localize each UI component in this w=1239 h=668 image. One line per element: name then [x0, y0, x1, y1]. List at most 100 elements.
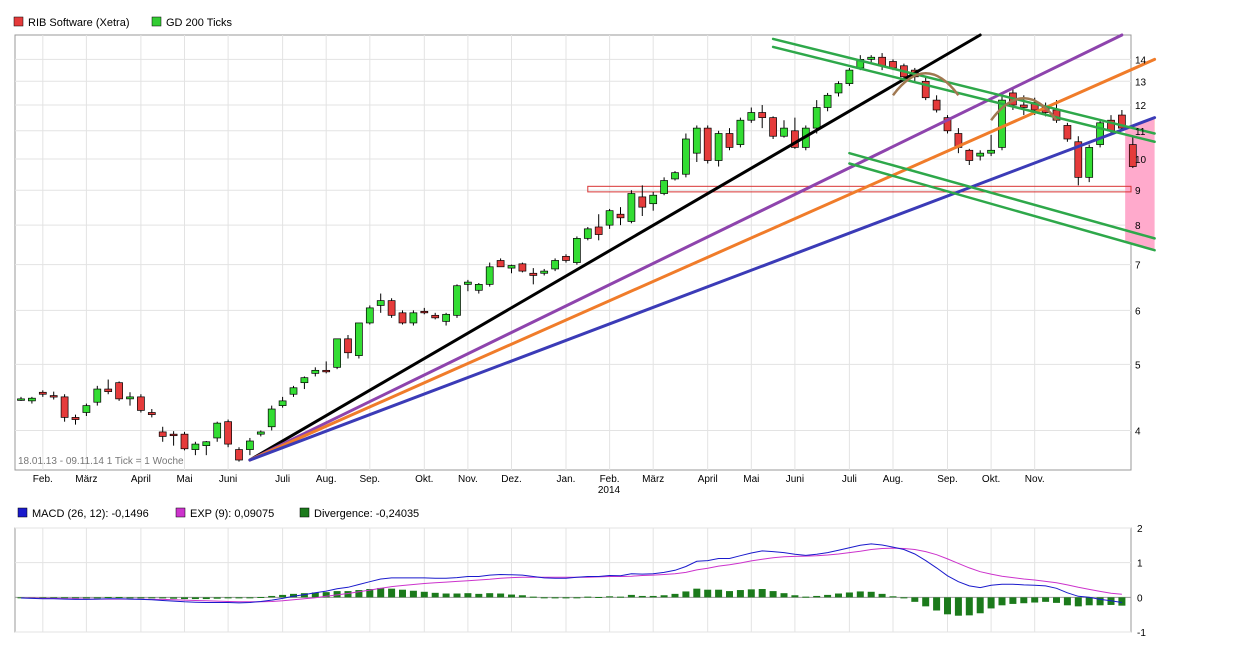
divergence-bar: [573, 597, 581, 599]
divergence-bar: [878, 593, 886, 598]
candle-body: [518, 263, 527, 272]
divergence-bar: [693, 588, 701, 598]
y-tick-label: 12: [1135, 101, 1147, 112]
divergence-bar: [736, 590, 744, 598]
divergence-bar: [104, 596, 112, 598]
divergence-bar: [660, 595, 668, 598]
divergence-bar: [399, 589, 406, 598]
y-tick-label: 13: [1135, 77, 1147, 88]
candle-body: [605, 210, 614, 226]
divergence-bar: [1074, 597, 1082, 607]
divergence-bar: [889, 596, 897, 598]
x-tick-label: Juli: [842, 474, 857, 485]
divergence-bar: [944, 597, 951, 615]
divergence-bar: [431, 592, 439, 598]
divergence-bar: [224, 597, 232, 599]
divergence-bar: [954, 597, 962, 616]
divergence-bar: [1053, 597, 1060, 603]
candle-body: [137, 396, 145, 411]
candle-body: [638, 196, 647, 208]
candle-body: [169, 433, 178, 437]
divergence-bar: [181, 597, 188, 600]
candle-body: [725, 133, 734, 148]
y-tick-label: 9: [1135, 186, 1141, 197]
candle-body: [442, 313, 450, 322]
x-tick-label: Aug.: [316, 474, 337, 485]
candle-body: [17, 398, 25, 401]
candle-body: [387, 300, 396, 316]
candle-body: [1096, 122, 1104, 145]
divergence-bar: [682, 591, 690, 598]
legend-swatch-macd: [17, 507, 28, 518]
price-panel-frame: [14, 34, 1132, 471]
candle-body: [267, 408, 276, 428]
candle-body: [71, 417, 80, 420]
y-tick-label: 11: [1135, 127, 1146, 138]
divergence-bar: [508, 594, 515, 598]
candle-body: [692, 127, 701, 154]
macd-y-tick-label: 0: [1137, 593, 1143, 604]
divergence-bar: [726, 591, 733, 598]
candle-body: [344, 338, 352, 354]
divergence-bar: [845, 592, 853, 598]
x-tick-label: Feb.: [600, 474, 620, 485]
x-tick-label: Jan.: [557, 474, 576, 485]
info-text: 18.01.13 - 09.11.14 1 Tick = 1 Woche: [18, 456, 184, 467]
candle-body: [376, 300, 385, 306]
candle-body: [104, 388, 113, 392]
candle-body: [573, 238, 581, 263]
candle-body: [300, 377, 309, 384]
x-tick-label: Okt.: [415, 474, 433, 485]
y-tick-label: 14: [1135, 55, 1147, 66]
divergence-bar: [246, 597, 254, 599]
divergence-bar: [388, 588, 396, 598]
candle-body: [191, 443, 200, 450]
candle-body: [28, 397, 36, 402]
candle-body: [714, 133, 723, 161]
divergence-bar: [148, 597, 156, 599]
divergence-bar: [409, 590, 417, 598]
candle-body: [965, 149, 974, 161]
divergence-bar: [933, 597, 941, 611]
divergence-bar: [551, 597, 559, 599]
divergence-bar: [965, 597, 973, 616]
divergence-bar: [257, 596, 265, 598]
x-axis: Feb. März April Mai Juni Juli Aug. Sep. Okt. Nov.…: [33, 474, 1045, 485]
divergence-bar: [922, 597, 930, 607]
candle-body: [256, 431, 265, 435]
candle-body: [202, 441, 211, 446]
divergence-bar: [486, 593, 494, 598]
candle-body: [649, 194, 658, 205]
divergence-bar: [987, 597, 995, 609]
candle-body: [115, 382, 123, 400]
candle-body: [529, 272, 538, 276]
y-tick-label: 6: [1135, 306, 1141, 317]
candle-body: [747, 112, 756, 121]
divergence-bar: [213, 597, 221, 599]
divergence-bar: [704, 589, 712, 598]
candle-body: [147, 412, 156, 415]
candle-body: [780, 127, 788, 137]
candle-body: [213, 422, 222, 439]
divergence-bar: [562, 597, 570, 599]
y-tick-label: 4: [1135, 426, 1141, 437]
divergence-bar: [202, 597, 210, 600]
candle-body: [583, 228, 592, 239]
divergence-bar: [170, 597, 178, 599]
divergence-bar: [606, 596, 614, 598]
candle-body: [60, 396, 69, 418]
divergence-bar: [475, 593, 483, 598]
candle-body: [464, 281, 472, 285]
candle-body: [246, 440, 254, 450]
candle-body: [834, 83, 843, 94]
divergence-bar: [453, 593, 461, 598]
candle-body: [453, 285, 461, 316]
divergence-bar: [464, 593, 472, 598]
divergence-bar: [627, 594, 635, 598]
candle-body: [158, 431, 167, 437]
divergence-bar: [856, 591, 864, 598]
candle-body: [976, 152, 985, 157]
divergence-bar: [976, 597, 984, 614]
divergence-bar: [835, 593, 842, 598]
x-tick-label: Nov.: [1025, 474, 1045, 485]
